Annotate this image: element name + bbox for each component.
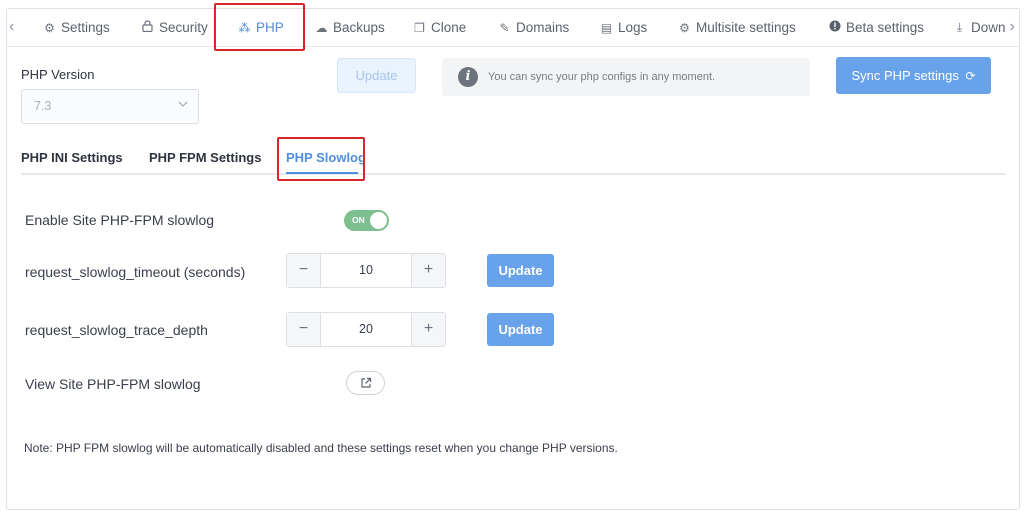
- subtab-php-fpm-settings[interactable]: PHP FPM Settings: [149, 150, 261, 165]
- refresh-icon: ⟳: [965, 69, 976, 83]
- slowlog-note: Note: PHP FPM slowlog will be automatica…: [24, 441, 618, 455]
- timeout-increment-button[interactable]: +: [411, 254, 445, 287]
- scroll-left-icon[interactable]: ‹: [9, 19, 14, 35]
- external-link-icon: [361, 377, 372, 388]
- tab-logs[interactable]: ▤ Logs: [600, 20, 647, 35]
- scroll-right-icon[interactable]: ›: [1010, 19, 1015, 35]
- tab-label: Backups: [333, 20, 385, 35]
- slowlog-subtab-highlight: [277, 137, 365, 181]
- trace-depth-value-input[interactable]: 20: [322, 313, 410, 346]
- slowlog-timeout-stepper: − 10 +: [286, 253, 446, 288]
- slowlog-trace-depth-label: request_slowlog_trace_depth: [25, 322, 208, 338]
- timeout-value-input[interactable]: 10: [322, 254, 410, 287]
- tab-clone[interactable]: ❐ Clone: [413, 20, 466, 35]
- tab-backups[interactable]: ☁ Backups: [315, 20, 385, 35]
- tab-beta-settings[interactable]: Beta settings: [828, 20, 924, 35]
- sync-info-text: You can sync your php configs in any mom…: [488, 71, 716, 83]
- tab-label: Clone: [431, 20, 467, 35]
- slowlog-trace-depth-stepper: − 20 +: [286, 312, 446, 347]
- tab-label: Security: [159, 20, 208, 35]
- trace-depth-increment-button[interactable]: +: [411, 313, 445, 346]
- tab-label: Logs: [618, 20, 648, 35]
- copy-icon: ❐: [414, 20, 425, 35]
- php-version-select[interactable]: 7.3: [21, 89, 199, 124]
- view-slowlog-button[interactable]: [346, 371, 385, 395]
- slowlog-timeout-label: request_slowlog_timeout (seconds): [25, 264, 246, 280]
- php-settings-panel: ‹ ⚙ Settings Security ⁂ PHP ☁ Backups ❐ …: [6, 3, 1020, 510]
- tab-settings[interactable]: ⚙ Settings: [43, 20, 110, 35]
- timeout-update-button[interactable]: Update: [487, 254, 554, 287]
- enable-slowlog-toggle[interactable]: ON: [344, 210, 389, 231]
- tab-label: Settings: [61, 20, 110, 35]
- timeout-decrement-button[interactable]: −: [287, 254, 321, 287]
- sync-button-label: Sync PHP settings: [851, 68, 959, 83]
- toggle-state-label: ON: [352, 215, 365, 225]
- file-icon: ▤: [600, 20, 613, 35]
- lock-icon: [141, 20, 154, 35]
- settings-tab-bar: ‹ ⚙ Settings Security ⁂ PHP ☁ Backups ❐ …: [7, 9, 1019, 47]
- tab-domains[interactable]: ✎ Domains: [498, 20, 569, 35]
- tab-label: Down: [971, 20, 1006, 35]
- sync-php-settings-button[interactable]: Sync PHP settings ⟳: [836, 57, 991, 94]
- trace-depth-decrement-button[interactable]: −: [287, 313, 321, 346]
- edit-icon: ✎: [499, 20, 510, 35]
- php-subtabs: PHP INI Settings PHP FPM Settings PHP Sl…: [21, 145, 1006, 175]
- trace-depth-update-button[interactable]: Update: [487, 313, 554, 346]
- view-slowlog-label: View Site PHP-FPM slowlog: [25, 376, 201, 392]
- info-icon: i: [458, 67, 478, 87]
- exclamation-circle-icon: [828, 20, 841, 35]
- php-version-value: 7.3: [34, 99, 52, 113]
- gear-icon: ⚙: [44, 20, 55, 35]
- sync-info-box: i You can sync your php configs in any m…: [442, 58, 810, 96]
- download-icon: ⤓: [956, 20, 963, 34]
- tab-label: Multisite settings: [696, 20, 796, 35]
- tab-security[interactable]: Security: [141, 20, 208, 35]
- tab-label: Beta settings: [846, 20, 925, 35]
- toggle-knob: [370, 212, 387, 229]
- tab-multisite-settings[interactable]: ⚙ Multisite settings: [678, 20, 796, 35]
- tab-label: Domains: [516, 20, 570, 35]
- enable-slowlog-label: Enable Site PHP-FPM slowlog: [25, 212, 215, 228]
- php-version-label: PHP Version: [21, 67, 95, 82]
- tab-download[interactable]: ⤓ Down: [953, 20, 1006, 35]
- subtab-php-ini-settings[interactable]: PHP INI Settings: [21, 150, 123, 165]
- php-version-update-button[interactable]: Update: [337, 58, 416, 93]
- gear-icon: ⚙: [679, 20, 690, 35]
- cloud-upload-icon: ☁: [315, 20, 328, 35]
- php-tab-highlight: [214, 3, 305, 51]
- chevron-down-icon: [178, 99, 188, 112]
